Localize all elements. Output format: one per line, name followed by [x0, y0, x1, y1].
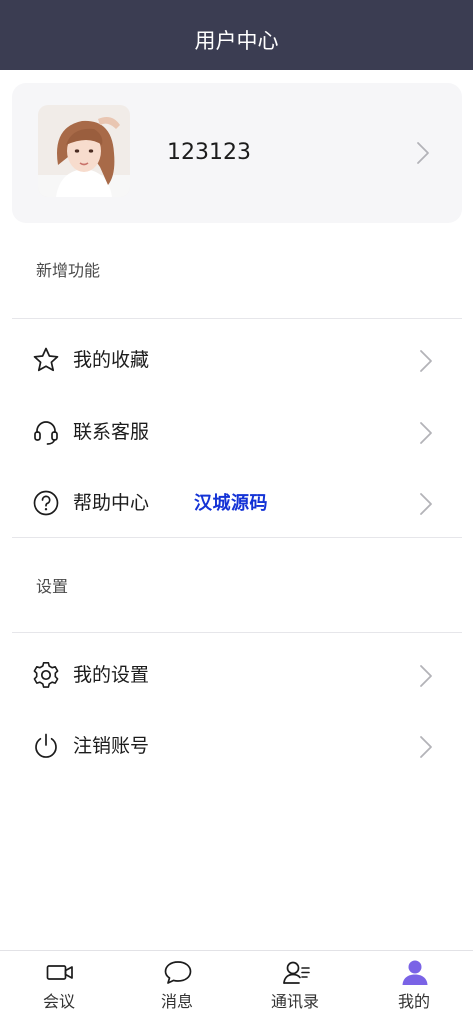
tab-label: 消息	[160, 992, 193, 1011]
section-label-new-features: 新增功能	[36, 261, 101, 280]
chevron-right-icon	[416, 141, 430, 169]
menu-item-support[interactable]: 联系客服	[0, 401, 473, 461]
top-header: 用户中心	[0, 0, 473, 70]
divider	[12, 318, 462, 319]
menu-item-logout[interactable]: 注销账号	[0, 715, 473, 775]
star-icon	[32, 346, 60, 374]
help-circle-icon	[32, 489, 60, 517]
tab-label: 我的	[397, 992, 430, 1011]
menu-label-support: 联系客服	[73, 421, 150, 443]
menu-label-favorites: 我的收藏	[73, 349, 150, 371]
chevron-right-icon	[419, 421, 433, 449]
tab-label: 会议	[42, 992, 75, 1011]
bottom-tab-bar: 会议 消息 通讯录 我的	[0, 950, 473, 1024]
tab-meeting[interactable]: 会议	[0, 951, 118, 1024]
menu-item-my-settings[interactable]: 我的设置	[0, 644, 473, 704]
tab-me[interactable]: 我的	[355, 951, 473, 1024]
headset-icon	[32, 418, 60, 446]
profile-card[interactable]: 123123	[12, 83, 462, 223]
section-label-settings: 设置	[36, 577, 69, 596]
chevron-right-icon	[419, 349, 433, 377]
chevron-right-icon	[419, 492, 433, 520]
divider	[12, 537, 462, 538]
video-camera-icon	[45, 959, 75, 985]
power-icon	[32, 732, 60, 760]
watermark-text: 汉城源码	[194, 493, 268, 514]
gear-icon	[32, 661, 60, 689]
menu-label-logout: 注销账号	[73, 735, 150, 757]
tab-contacts[interactable]: 通讯录	[236, 951, 354, 1024]
chevron-right-icon	[419, 664, 433, 692]
chat-bubble-icon	[163, 959, 193, 985]
divider	[12, 632, 462, 633]
chevron-right-icon	[419, 735, 433, 763]
avatar[interactable]	[38, 105, 130, 197]
menu-label-my-settings: 我的设置	[73, 664, 150, 686]
menu-item-favorites[interactable]: 我的收藏	[0, 329, 473, 389]
username: 123123	[167, 140, 251, 165]
menu-label-help: 帮助中心	[73, 492, 150, 514]
tab-label: 通讯录	[270, 992, 319, 1011]
tab-messages[interactable]: 消息	[118, 951, 236, 1024]
person-icon	[400, 959, 430, 985]
page-title: 用户中心	[194, 29, 279, 53]
contacts-icon	[281, 959, 311, 985]
